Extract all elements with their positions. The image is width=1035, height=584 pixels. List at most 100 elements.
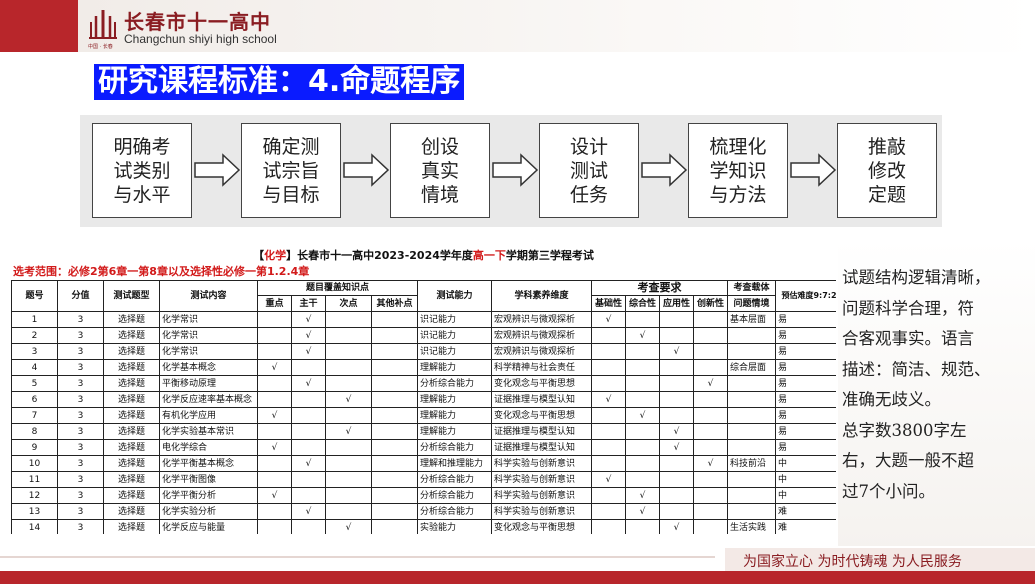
row-basic — [591, 487, 627, 504]
row-applied — [659, 359, 695, 376]
row-ability: 理解和推理能力 — [417, 455, 493, 472]
row-secondary — [325, 503, 372, 520]
table-row: 2 3 选择题 化学常识 √ 识记能力 宏观辨识与微观探析 √ 易 — [11, 327, 836, 344]
row-innovative — [693, 343, 729, 360]
row-applied — [659, 391, 695, 408]
row-main: √ — [291, 503, 326, 520]
side-line: 合客观事实。语言 — [842, 329, 974, 348]
row-innovative — [693, 359, 729, 376]
row-score: 3 — [57, 503, 104, 520]
row-carrier: 综合层面 — [727, 359, 777, 376]
table-row: 5 3 选择题 平衡移动原理 √ 分析综合能力 变化观念与平衡思想 √ 易 — [11, 375, 836, 392]
row-key — [257, 327, 292, 344]
row-number: 9 — [11, 439, 58, 456]
row-literacy: 宏观辨识与微观探析 — [491, 343, 593, 360]
flow-step-5: 梳理化 学知识 与方法 — [688, 123, 788, 218]
side-line: 准确无歧义。 — [842, 390, 941, 409]
row-score: 3 — [57, 487, 104, 504]
row-content: 有机化学应用 — [159, 407, 258, 424]
row-secondary — [325, 439, 372, 456]
row-key — [257, 455, 292, 472]
row-other — [370, 487, 419, 504]
row-innovative — [693, 311, 729, 328]
row-main — [291, 359, 326, 376]
flow-step-1-label: 明确考 试类别 与水平 — [113, 135, 171, 206]
row-innovative — [693, 503, 729, 520]
row-innovative — [693, 407, 729, 424]
row-score: 3 — [57, 359, 104, 376]
row-basic: √ — [591, 471, 627, 488]
row-carrier — [727, 423, 777, 440]
row-innovative — [693, 327, 729, 344]
row-applied — [659, 407, 695, 424]
row-difficulty: 易 — [775, 359, 836, 376]
row-literacy: 宏观辨识与微观探析 — [491, 327, 593, 344]
row-main — [291, 391, 326, 408]
row-comprehensive — [625, 439, 661, 456]
row-comprehensive: √ — [625, 487, 661, 504]
row-type: 选择题 — [103, 439, 160, 456]
table-row: 12 3 选择题 化学平衡分析 √ 分析综合能力 科学实验与创新意识 √ 中 — [11, 487, 836, 504]
row-difficulty: 易 — [775, 391, 836, 408]
row-main — [291, 487, 326, 504]
row-content: 化学平衡基本概念 — [159, 455, 258, 472]
header-key: 重点 — [257, 295, 292, 312]
flow-step-2-label: 确定测 试宗旨 与目标 — [262, 135, 320, 206]
header-red-strip — [0, 0, 78, 52]
row-secondary — [325, 343, 372, 360]
header-secondary: 次点 — [325, 295, 372, 312]
row-score: 3 — [57, 407, 104, 424]
row-comprehensive — [625, 311, 661, 328]
row-key — [257, 311, 292, 328]
table-row: 1 3 选择题 化学常识 √ 识记能力 宏观辨识与微观探析 √ 基本层面易 — [11, 311, 836, 328]
row-comprehensive — [625, 423, 661, 440]
table-title: 【化学】长春市十一高中2023-2024学年度高一下学期第三学程考试 — [11, 247, 836, 264]
row-score: 3 — [57, 343, 104, 360]
row-ability: 理解能力 — [417, 391, 493, 408]
row-secondary — [325, 487, 372, 504]
row-applied: √ — [659, 343, 695, 360]
header-situation: 问题情境 — [727, 295, 777, 312]
row-key — [257, 343, 292, 360]
row-content: 化学常识 — [159, 343, 258, 360]
side-line: 总字数3800字左 — [842, 420, 967, 440]
row-comprehensive — [625, 375, 661, 392]
flow-step-2: 确定测 试宗旨 与目标 — [241, 123, 341, 218]
header-literacy: 学科素养维度 — [491, 280, 593, 312]
row-number: 14 — [11, 519, 58, 534]
row-difficulty: 中 — [775, 487, 836, 504]
row-other — [370, 471, 419, 488]
header-no: 题号 — [11, 280, 58, 312]
row-literacy: 科学实验与创新意识 — [491, 503, 593, 520]
row-ability: 分析综合能力 — [417, 375, 493, 392]
row-literacy: 科学实验与创新意识 — [491, 487, 593, 504]
table-title-suffix: 学期第三学程考试 — [505, 249, 594, 262]
row-number: 8 — [11, 423, 58, 440]
flow-step-6: 推敲 修改 定题 — [837, 123, 937, 218]
side-line: 右，大题一般不超 — [842, 451, 974, 470]
row-ability: 理解能力 — [417, 407, 493, 424]
row-basic — [591, 343, 627, 360]
row-difficulty: 易 — [775, 407, 836, 424]
row-content: 化学反应与能量 — [159, 519, 258, 534]
row-key — [257, 471, 292, 488]
row-difficulty: 中 — [775, 471, 836, 488]
row-score: 3 — [57, 311, 104, 328]
row-other — [370, 343, 419, 360]
row-basic — [591, 423, 627, 440]
row-main — [291, 407, 326, 424]
row-difficulty: 易 — [775, 423, 836, 440]
footer-red-bar — [0, 571, 1035, 584]
row-key — [257, 519, 292, 534]
row-type: 选择题 — [103, 391, 160, 408]
row-number: 6 — [11, 391, 58, 408]
row-type: 选择题 — [103, 423, 160, 440]
row-main: √ — [291, 311, 326, 328]
row-comprehensive: √ — [625, 503, 661, 520]
row-carrier — [727, 439, 777, 456]
row-main — [291, 519, 326, 534]
table-row: 6 3 选择题 化学反应速率基本概念 √ 理解能力 证据推理与模型认知 √ 易 — [11, 391, 836, 408]
header-difficulty: 预估难度9:7:2 — [775, 280, 836, 312]
row-score: 3 — [57, 471, 104, 488]
flow-step-5-label: 梳理化 学知识 与方法 — [709, 135, 767, 206]
